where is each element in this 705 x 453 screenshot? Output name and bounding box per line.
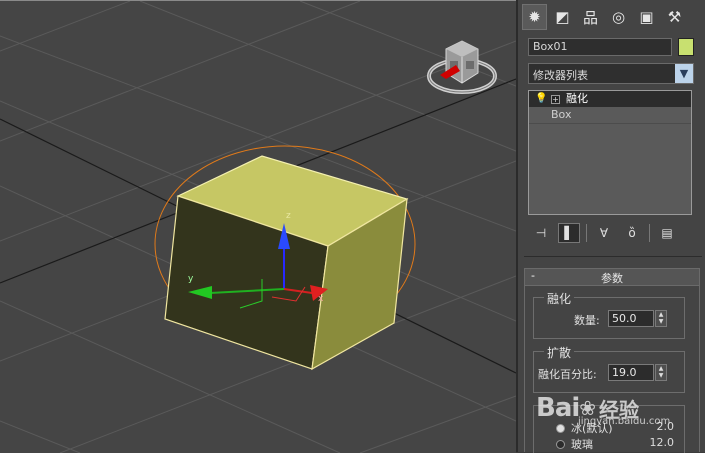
box-object[interactable]: [164, 155, 409, 371]
motion-icon: ◎: [611, 8, 626, 26]
melt-group: 融化 数量: 50.0 ▲ ▼: [533, 290, 685, 339]
amount-input[interactable]: 50.0: [608, 310, 654, 327]
command-panel: ✹ ◩ 品 ◎ ▣ ⚒ Box01 修改器列表 ▼ 💡 + 融化 Box ⊣ ▌ ∀ ȍ ▤ - …: [516, 0, 705, 453]
curve-icon: ◩: [555, 8, 570, 26]
baidu-jingyan-watermark: Bai ❀ 经验 jingyan.baidu.com: [536, 386, 670, 430]
create-tab[interactable]: ✹: [522, 4, 547, 30]
pin-icon: ⊣: [535, 226, 547, 240]
spread-input[interactable]: 19.0: [608, 364, 654, 381]
rollout-title: 参数: [601, 272, 623, 285]
stack-item-melt[interactable]: 💡 + 融化: [529, 91, 691, 107]
melt-group-title: 融化: [544, 290, 575, 307]
hammer-icon: ⚒: [667, 8, 682, 26]
show-end-result-button[interactable]: ▌: [558, 223, 580, 243]
toolbar-separator: [649, 224, 650, 242]
solidity-option-value: 12.0: [649, 436, 675, 449]
expand-icon[interactable]: +: [551, 94, 560, 104]
chevron-down-icon[interactable]: ▼: [675, 64, 693, 83]
hierarchy-icon: 品: [582, 8, 598, 27]
utilities-tab[interactable]: ⚒: [662, 4, 687, 30]
configure-icon: ▤: [661, 226, 673, 240]
panel-divider: [524, 256, 702, 257]
amount-label: 数量:: [574, 314, 600, 327]
make-unique-icon: ∀: [599, 226, 609, 240]
object-name-field[interactable]: Box01: [528, 38, 672, 56]
remove-modifier-button[interactable]: ȍ: [621, 223, 643, 243]
monitor-icon: ▣: [639, 8, 654, 26]
parameters-rollout-header[interactable]: - 参数: [525, 269, 699, 286]
solidity-option-label: 玻璃: [571, 438, 593, 451]
stack-item-label: 融化: [566, 92, 588, 105]
watermark-url: jingyan.baidu.com: [578, 416, 671, 427]
end-result-icon: ▌: [564, 226, 574, 240]
perspective-viewport[interactable]: z y x: [0, 0, 516, 453]
modify-tab[interactable]: ◩: [550, 4, 575, 30]
sun-icon: ✹: [528, 8, 541, 26]
gizmo-z-label: z: [286, 211, 291, 221]
trash-icon: ȍ: [628, 226, 636, 240]
object-color-swatch[interactable]: [678, 38, 694, 56]
spread-spinner-arrows[interactable]: ▲ ▼: [655, 364, 667, 381]
spread-group-title: 扩散: [544, 344, 575, 361]
amount-spinner-arrows[interactable]: ▲ ▼: [655, 310, 667, 327]
modifier-list-label: 修改器列表: [533, 69, 588, 82]
viewcube[interactable]: [427, 40, 497, 94]
solidity-option-glass[interactable]: 玻璃: [556, 436, 593, 452]
gizmo-y-label: y: [188, 274, 194, 284]
lightbulb-icon[interactable]: 💡: [535, 91, 547, 107]
spread-label: 融化百分比:: [538, 368, 597, 381]
modifier-stack-toolbar: ⊣ ▌ ∀ ȍ ▤: [530, 222, 696, 244]
pin-stack-button[interactable]: ⊣: [530, 223, 552, 243]
viewport-canvas: z y x: [0, 1, 516, 453]
command-panel-tabs: ✹ ◩ 品 ◎ ▣ ⚒: [522, 4, 687, 30]
watermark-brand: Bai: [536, 393, 580, 423]
stack-item-label: Box: [551, 108, 572, 121]
motion-tab[interactable]: ◎: [606, 4, 631, 30]
radio-button[interactable]: [556, 439, 565, 449]
stack-item-box[interactable]: Box: [529, 107, 691, 124]
gizmo-x-label: x: [318, 294, 324, 304]
display-tab[interactable]: ▣: [634, 4, 659, 30]
hierarchy-tab[interactable]: 品: [578, 4, 603, 30]
modifier-stack[interactable]: 💡 + 融化 Box: [528, 90, 692, 215]
modifier-list-dropdown[interactable]: 修改器列表 ▼: [528, 63, 694, 84]
make-unique-button[interactable]: ∀: [593, 223, 615, 243]
configure-modifier-sets-button[interactable]: ▤: [656, 223, 678, 243]
toolbar-separator: [586, 224, 587, 242]
